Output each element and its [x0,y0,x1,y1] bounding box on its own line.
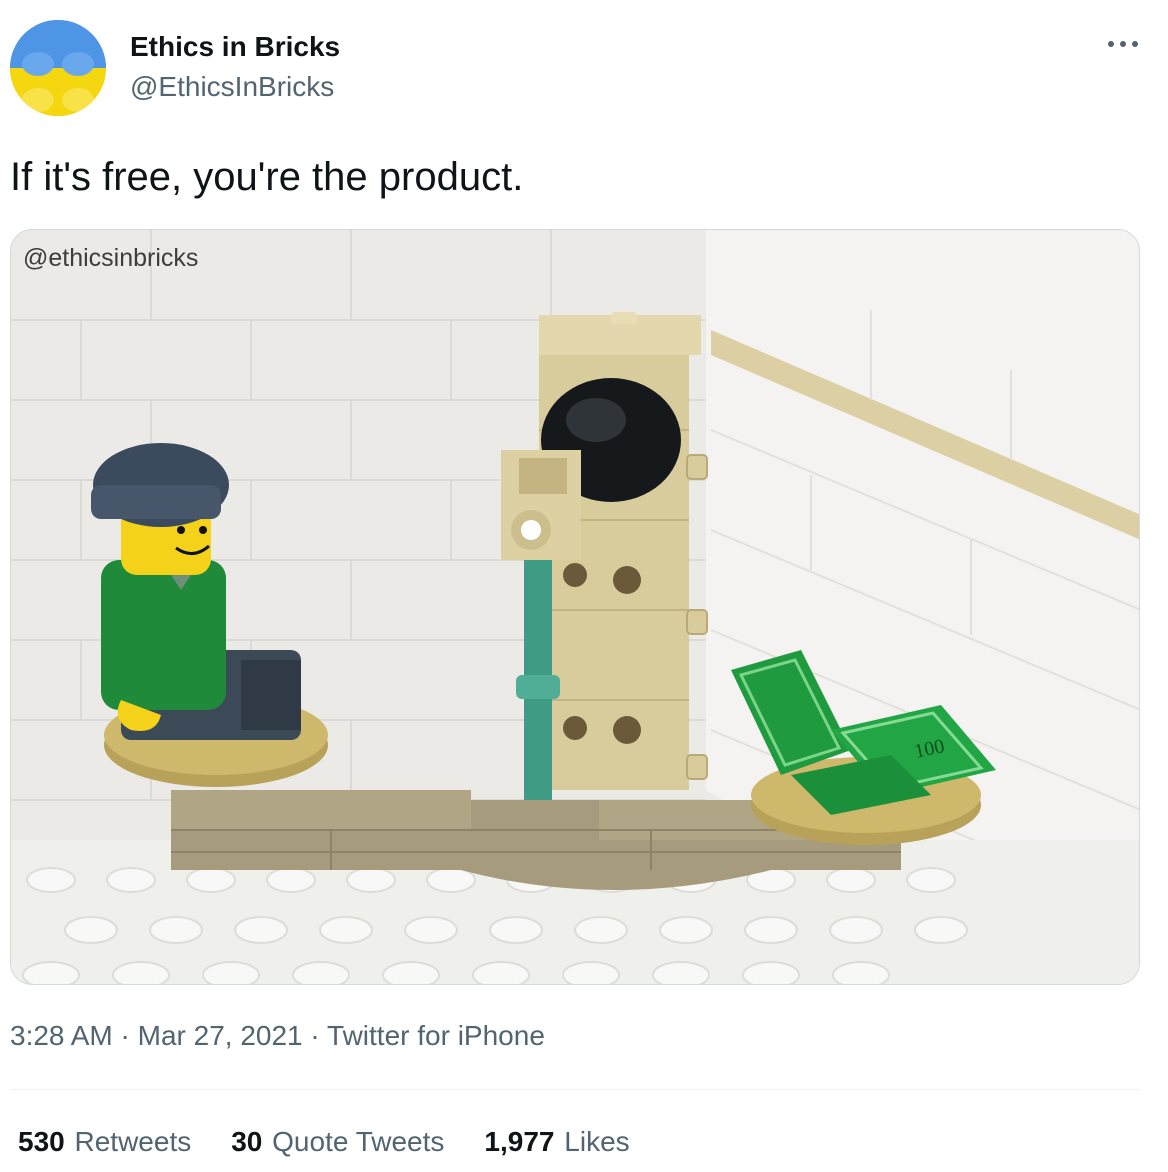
tweet-card: Ethics in Bricks @EthicsInBricks If it's… [0,0,1168,1172]
lego-brick-avatar-icon [10,20,106,116]
tweet-source-link[interactable]: Twitter for iPhone [327,1020,545,1051]
image-watermark: @ethicsinbricks [23,244,199,272]
meta-separator: · [310,1020,320,1051]
quote-tweets-count: 30 [231,1126,263,1157]
retweets-label: Retweets [74,1126,192,1157]
lego-scale-illustration: 100 [11,230,1139,984]
display-name[interactable]: Ethics in Bricks [130,30,340,64]
likes-label: Likes [564,1126,630,1157]
meta-separator: · [120,1020,130,1051]
tweet-photo[interactable]: 100 @ethicsinbricks [10,229,1140,985]
likes-stat[interactable]: 1,977 Likes [484,1124,629,1160]
quote-tweets-label: Quote Tweets [272,1126,445,1157]
engagement-stats: 530 Retweets 30 Quote Tweets 1,977 Likes [18,1124,630,1160]
retweets-stat[interactable]: 530 Retweets [18,1124,191,1160]
retweets-count: 530 [18,1126,65,1157]
divider [10,1089,1140,1090]
likes-count: 1,977 [484,1126,555,1157]
quote-tweets-stat[interactable]: 30 Quote Tweets [231,1124,444,1160]
tweet-date[interactable]: Mar 27, 2021 [138,1020,303,1051]
more-options-icon[interactable] [1106,34,1140,54]
tweet-text: If it's free, you're the product. [10,155,524,199]
avatar[interactable] [10,20,106,116]
tweet-metadata: 3:28 AM · Mar 27, 2021 · Twitter for iPh… [10,1018,545,1054]
tweet-time[interactable]: 3:28 AM [10,1020,113,1051]
user-handle[interactable]: @EthicsInBricks [130,70,334,104]
